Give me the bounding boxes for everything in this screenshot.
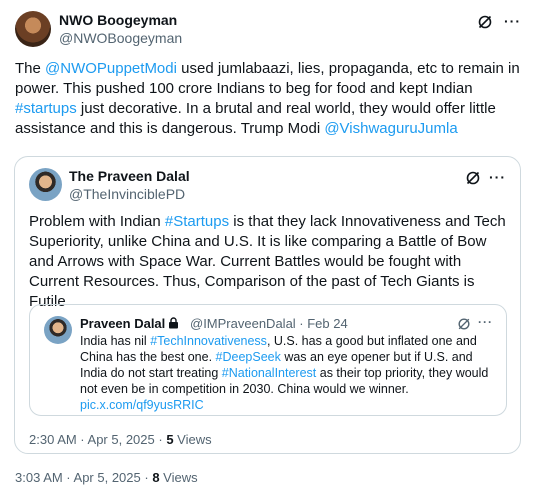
nested-quote-text: India has nil #TechInnovativeness, U.S. …	[80, 333, 500, 413]
more-icon[interactable]: ···	[478, 315, 493, 329]
avatar-nwo-boogeyman[interactable]	[15, 11, 51, 47]
inline-link[interactable]: #NationalInterest	[222, 366, 317, 380]
avatar-nested-author[interactable]	[44, 316, 72, 344]
more-icon[interactable]: ···	[489, 169, 506, 185]
avatar-praveen-dalal[interactable]	[29, 168, 62, 201]
inline-link[interactable]: @NWOPuppetModi	[45, 60, 177, 77]
quoted-views-label: Views	[173, 432, 212, 447]
post-views-count: 8	[152, 470, 160, 485]
post-meta: 3:03 AM · Apr 5, 2025 · 8 Views	[15, 470, 198, 485]
text-segment: Problem with Indian	[29, 213, 165, 230]
inline-link[interactable]: @VishwaguruJumla	[324, 120, 457, 137]
grok-icon[interactable]	[465, 170, 481, 186]
inline-link[interactable]: #DeepSeek	[216, 350, 281, 364]
inline-link[interactable]: pic.x.com/qf9yusRRIC	[80, 398, 204, 412]
quoted-timestamp[interactable]: 2:30 AM · Apr 5, 2025 ·	[29, 432, 166, 447]
inline-link[interactable]: #TechInnovativeness	[150, 334, 267, 348]
grok-icon[interactable]	[457, 317, 471, 331]
quoted-post-text: Problem with Indian #Startups is that th…	[29, 212, 514, 312]
more-icon[interactable]: ···	[504, 13, 521, 29]
nested-author-handle-date[interactable]: @IMPraveenDalal · Feb 24	[190, 316, 348, 331]
quoted-views-count: 5	[166, 432, 174, 447]
post-timestamp[interactable]: 3:03 AM · Apr 5, 2025 ·	[15, 470, 152, 485]
inline-link[interactable]: #Startups	[165, 213, 229, 230]
quoted-post-meta: 2:30 AM · Apr 5, 2025 · 5 Views	[29, 432, 212, 447]
author-name[interactable]: NWO Boogeyman	[59, 12, 177, 28]
post-views-label: Views	[159, 470, 198, 485]
quoted-author-name[interactable]: The Praveen Dalal	[69, 168, 190, 184]
grok-icon[interactable]	[477, 14, 493, 30]
nested-author-name[interactable]: Praveen Dalal	[80, 316, 179, 331]
quoted-author-handle[interactable]: @TheInvinciblePD	[69, 186, 185, 202]
author-handle[interactable]: @NWOBoogeyman	[59, 30, 182, 46]
text-segment: India has nil	[80, 334, 151, 348]
post-text: The @NWOPuppetModi used jumlabaazi, lies…	[15, 59, 525, 139]
lock-icon	[169, 317, 179, 329]
inline-link[interactable]: #startups	[15, 100, 77, 117]
text-segment: The	[15, 60, 46, 77]
